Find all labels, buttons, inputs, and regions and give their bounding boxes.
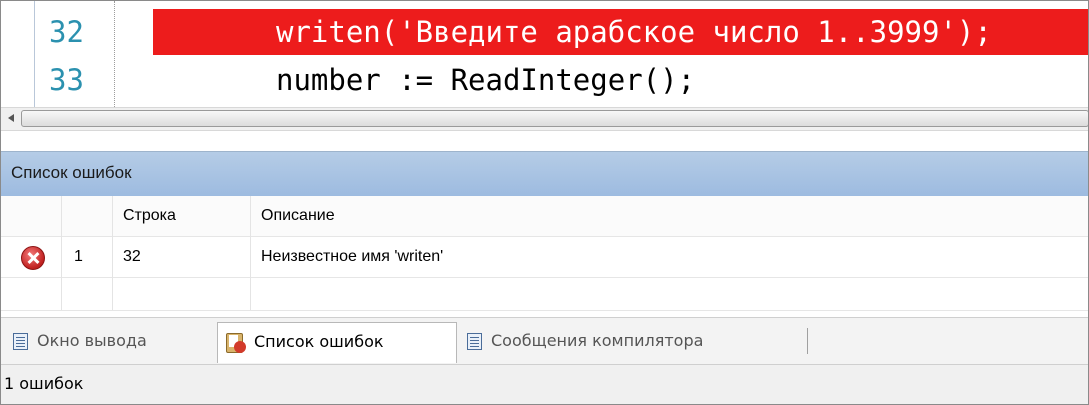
- table-row[interactable]: 1 32 Неизвестное имя 'writen': [1, 237, 1088, 278]
- column-header-line[interactable]: Строка: [123, 207, 176, 225]
- code-line-32[interactable]: 32 writen('Введите арабское число 1..399…: [1, 9, 1088, 55]
- line-number: 33: [49, 63, 84, 97]
- tab-label: Сообщения компилятора: [491, 331, 704, 350]
- code-line-33[interactable]: 33 number := ReadInteger();: [1, 57, 1088, 103]
- tab-error-list[interactable]: Список ошибок: [217, 322, 457, 363]
- tab-compiler-messages[interactable]: Сообщения компилятора: [459, 324, 799, 358]
- column-divider: [250, 196, 251, 310]
- compiler-messages-icon: [467, 333, 482, 350]
- code-text[interactable]: writen('Введите арабское число 1..3999')…: [276, 11, 992, 53]
- horizontal-scrollbar[interactable]: [1, 107, 1088, 131]
- error-panel-header: Список ошибок: [1, 151, 1088, 197]
- table-row-empty: [1, 278, 1088, 311]
- error-index: 1: [74, 248, 83, 265]
- scrollbar-thumb[interactable]: [21, 110, 1088, 127]
- tab-label: Окно вывода: [37, 331, 147, 350]
- scroll-left-icon[interactable]: [3, 110, 19, 126]
- panel-tab-strip: Окно вывода Список ошибок Сообщения комп…: [1, 317, 1088, 365]
- output-window-icon: [13, 333, 28, 350]
- error-description: Неизвестное имя 'writen': [261, 248, 444, 265]
- status-bar: 1 ошибок: [1, 365, 1088, 404]
- column-divider: [112, 196, 113, 310]
- code-editor[interactable]: 32 writen('Введите арабское число 1..399…: [1, 1, 1088, 107]
- error-line: 32: [123, 248, 141, 265]
- ide-window: 32 writen('Введите арабское число 1..399…: [0, 0, 1089, 405]
- grid-header-row: Строка Описание: [1, 196, 1088, 237]
- error-icon: [21, 246, 45, 270]
- tab-separator: [807, 328, 808, 354]
- column-divider: [61, 196, 62, 310]
- column-header-description[interactable]: Описание: [261, 207, 335, 225]
- tab-label: Список ошибок: [254, 332, 384, 351]
- tab-output-window[interactable]: Окно вывода: [7, 324, 207, 358]
- error-list-grid: Строка Описание 1 32 Неизвестное имя 'wr…: [1, 196, 1088, 316]
- error-panel-title: Список ошибок: [11, 163, 132, 182]
- line-number: 32: [49, 15, 84, 49]
- code-text[interactable]: number := ReadInteger();: [276, 59, 695, 101]
- error-count: 1 ошибок: [4, 374, 84, 393]
- error-list-icon: [226, 331, 246, 353]
